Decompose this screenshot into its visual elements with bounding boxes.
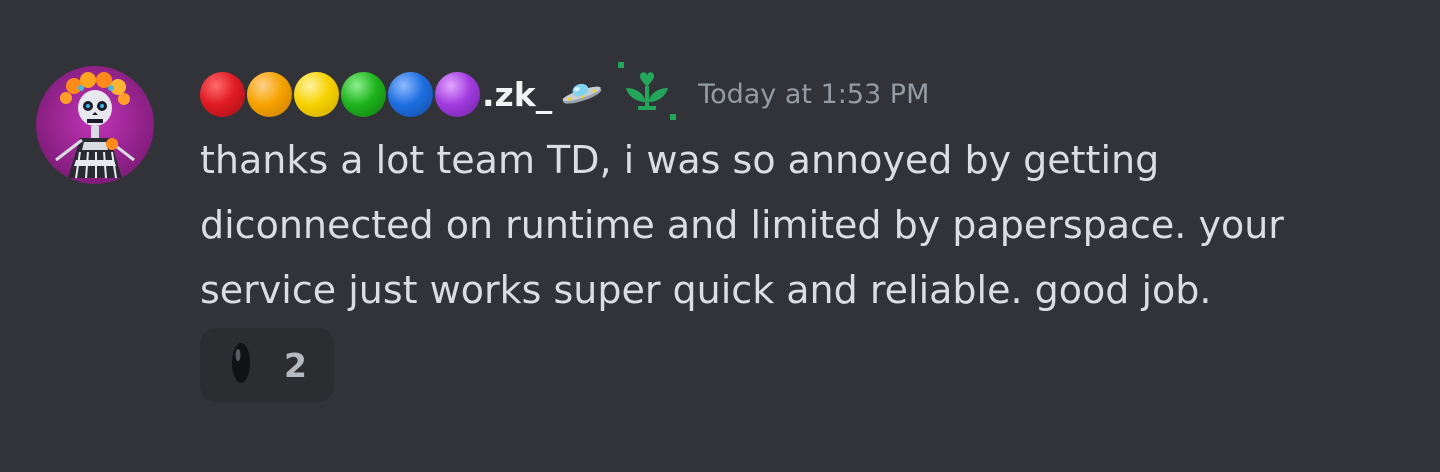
avatar[interactable] [36, 66, 154, 184]
purple-circle-icon [435, 71, 480, 117]
ufo-icon [558, 77, 604, 111]
message-timestamp[interactable]: Today at 1:53 PM [698, 81, 929, 108]
green-circle-icon [341, 71, 386, 117]
yellow-circle-icon [294, 71, 339, 117]
message-content: thanks a lot team TD, i was so annoyed b… [200, 138, 1284, 312]
skeleton-catrina-avatar-icon [36, 66, 154, 184]
message-header: .zk_ Today at 1:53 PM [200, 62, 929, 126]
reaction-count: 2 [284, 345, 307, 385]
username[interactable]: .zk_ [482, 78, 552, 111]
reaction-button[interactable]: 2 [200, 328, 334, 402]
blue-circle-icon [388, 71, 433, 117]
orange-circle-icon [247, 71, 292, 117]
red-circle-icon [200, 71, 245, 117]
username-emoji-circles[interactable] [200, 71, 480, 117]
sprout-badge-icon[interactable] [618, 62, 677, 126]
chat-message: .zk_ Today at 1:53 PM thanks a lot team … [0, 0, 1440, 472]
black-seed-emoji-icon [230, 341, 252, 389]
